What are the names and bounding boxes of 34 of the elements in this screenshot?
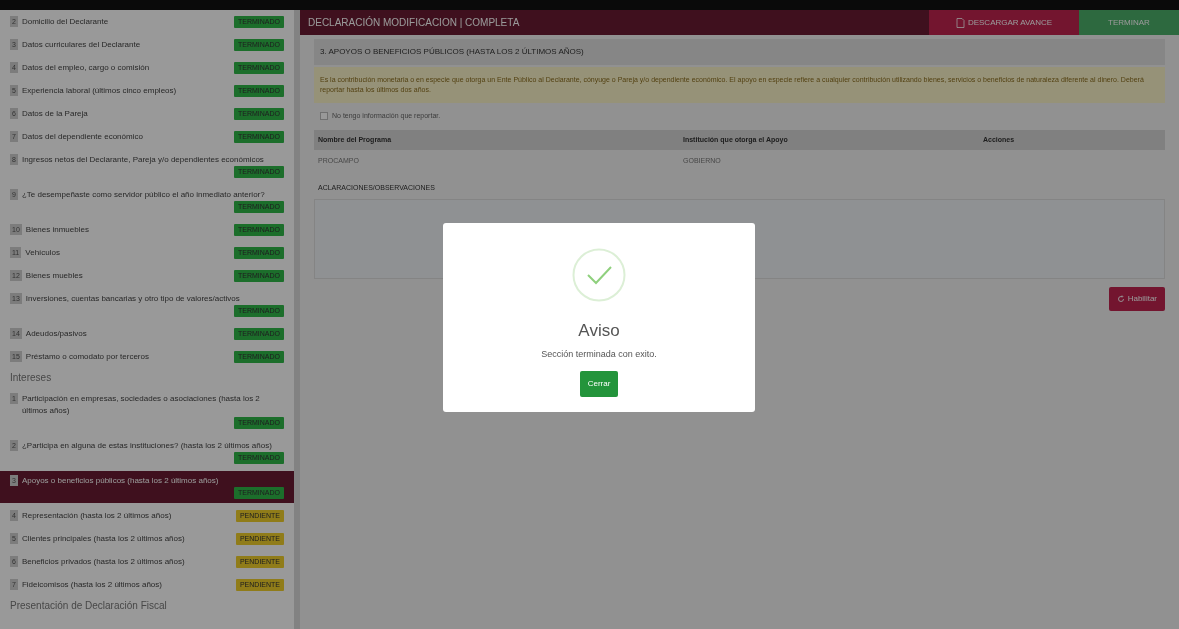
section-heading: Intereses <box>9 371 53 385</box>
download-button[interactable]: DESCARGAR AVANCE <box>929 10 1079 35</box>
refresh-icon <box>1116 295 1125 303</box>
close-button[interactable]: Cerrar <box>579 371 619 397</box>
page-title: DECLARACIÓN MODIFICACION | COMPLETA <box>307 15 521 30</box>
item-label: Datos curriculares del Declarante <box>21 39 141 51</box>
dialog-message: Sección terminada con exito. <box>541 347 657 361</box>
section-title-bar: 3. APOYOS O BENEFICIOS PÚBLICOS (HASTA LOS 2 ÚLTIMOS AÑOS) <box>314 39 1165 65</box>
dialog-title: Aviso <box>578 320 620 342</box>
item-label: Vehículos <box>25 247 60 259</box>
item-label: Datos del dependiente económico <box>21 131 143 143</box>
item-label: Clientes principales (hasta los 2 últimos años) <box>21 533 185 545</box>
item-label: Apoyos o beneficios públicos (hasta los 2 últimos años) <box>21 475 219 487</box>
item-label: Inversiones, cuentas bancarias y otro tipo de valores/activos <box>25 293 240 305</box>
item-label: ¿Participa en alguna de estas instituciones? (hasta los 2 últimos años) <box>21 440 272 452</box>
item-label: Domicilio del Declarante <box>21 16 109 28</box>
item-label: Ingresos netos del Declarante, Pareja y/o dependientes económicos <box>21 154 264 166</box>
item-label: ¿Te desempeñaste como servidor público el año inmediato anterior? <box>21 189 265 201</box>
item-label: Fideicomisos (hasta los 2 últimos años) <box>21 579 162 591</box>
item-label: Préstamo o comodato por terceros <box>25 351 149 363</box>
file-icon <box>955 17 965 28</box>
enable-button[interactable]: Habilitar <box>1108 287 1165 311</box>
item-label: Datos de la Pareja <box>21 108 88 120</box>
item-label: Bienes inmuebles <box>25 224 89 236</box>
item-label: Adeudos/pasivos <box>25 328 87 340</box>
item-label: Bienes muebles <box>25 270 83 282</box>
item-label: Participación en empresas, sociedades o asociaciones (hasta los 2 últimos años) <box>21 393 261 417</box>
check-icon <box>572 248 626 302</box>
section-heading: Presentación de Declaración Fiscal <box>9 599 168 613</box>
item-label: Representación (hasta los 2 últimos años) <box>21 510 172 522</box>
item-label: Beneficios privados (hasta los 2 últimos años) <box>21 556 185 568</box>
item-label: Experiencia laboral (últimos cinco empleos) <box>21 85 177 97</box>
checkbox[interactable] <box>320 112 328 121</box>
item-label: Datos del empleo, cargo o comisión <box>21 62 150 74</box>
